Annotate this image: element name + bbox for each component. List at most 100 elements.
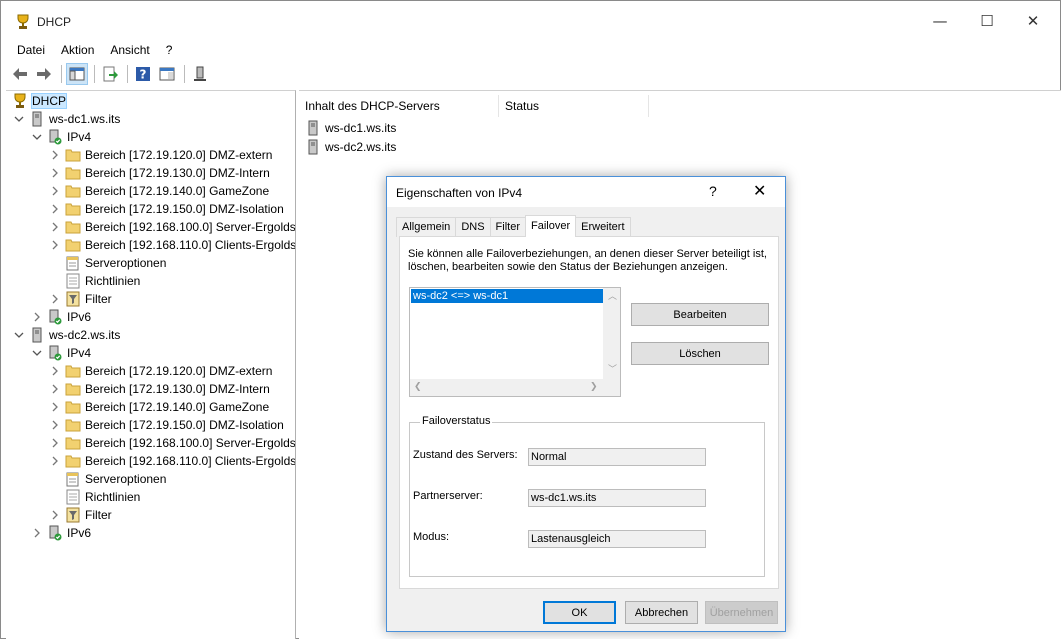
- show-tree-icon[interactable]: [66, 63, 88, 85]
- dhcp-icon: [12, 93, 28, 109]
- delete-button[interactable]: Löschen: [631, 342, 769, 365]
- chevron-right-icon[interactable]: [49, 149, 61, 161]
- edit-button[interactable]: Bearbeiten: [631, 303, 769, 326]
- tab-failover[interactable]: Failover: [525, 215, 577, 237]
- tree-node-serveroptionen[interactable]: Serveroptionen: [49, 254, 166, 272]
- chevron-right-icon[interactable]: [49, 185, 61, 197]
- svg-text:?: ?: [140, 68, 147, 82]
- tree-node-scope[interactable]: Bereich [172.19.140.0] GameZone: [49, 182, 269, 200]
- tree-node-label: IPv4: [67, 130, 92, 144]
- menu-aktion[interactable]: Aktion: [53, 41, 102, 59]
- chevron-right-icon[interactable]: [49, 239, 61, 251]
- ok-button[interactable]: OK: [543, 601, 616, 624]
- tree-node-filter[interactable]: Filter: [49, 290, 112, 308]
- folder-icon: [65, 201, 81, 217]
- tree-node-ipv6[interactable]: IPv6: [31, 524, 91, 542]
- menu-datei[interactable]: Datei: [9, 41, 53, 59]
- horizontal-scrollbar[interactable]: ❮ ❯: [410, 379, 603, 396]
- tree-node-ipv4[interactable]: IPv4: [31, 128, 91, 146]
- tree-node-scope[interactable]: Bereich [192.168.100.0] Server-Ergoldsb: [49, 218, 295, 236]
- tree-node-server[interactable]: ws-dc1.ws.its: [13, 110, 120, 128]
- tree-node-scope[interactable]: Bereich [172.19.150.0] DMZ-Isolation: [49, 200, 284, 218]
- mode-label: Modus:: [413, 531, 450, 543]
- list-item-label: ws-dc2.ws.its: [325, 140, 397, 154]
- help-icon[interactable]: ?: [132, 63, 154, 85]
- tree-node-scope[interactable]: Bereich [172.19.120.0] DMZ-extern: [49, 146, 272, 164]
- tab-allgemein[interactable]: Allgemein: [396, 217, 457, 237]
- chevron-right-icon[interactable]: [31, 311, 43, 323]
- scroll-right-icon[interactable]: ❯: [590, 382, 598, 392]
- chevron-right-icon[interactable]: [49, 365, 61, 377]
- scroll-left-icon[interactable]: ❮: [414, 382, 422, 392]
- tree-node-label: Bereich [192.168.110.0] Clients-Ergolds: [85, 454, 296, 468]
- apply-button[interactable]: Übernehmen: [705, 601, 778, 624]
- failover-relationship-list[interactable]: ws-dc2 <=> ws-dc1 ︿ ﹀ ❮ ❯: [409, 287, 621, 397]
- server-icon[interactable]: [189, 63, 211, 85]
- dialog-close-button[interactable]: ✕: [753, 181, 766, 200]
- column-header-status[interactable]: Status: [499, 95, 649, 117]
- back-icon[interactable]: [9, 63, 31, 85]
- chevron-right-icon[interactable]: [49, 293, 61, 305]
- chevron-right-icon[interactable]: [31, 527, 43, 539]
- tab-filter[interactable]: Filter: [489, 217, 526, 237]
- server-icon: [307, 120, 321, 136]
- maximize-button[interactable]: ☐: [964, 6, 1010, 36]
- tree-node-scope[interactable]: Bereich [172.19.130.0] DMZ-Intern: [49, 164, 270, 182]
- scroll-up-icon[interactable]: ︿: [608, 289, 617, 302]
- tab-dns[interactable]: DNS: [455, 217, 491, 237]
- chevron-down-icon[interactable]: [31, 347, 43, 359]
- tree-node-filter[interactable]: Filter: [49, 506, 112, 524]
- chevron-right-icon[interactable]: [49, 203, 61, 215]
- ipv4-icon: [47, 345, 63, 361]
- chevron-right-icon[interactable]: [49, 221, 61, 233]
- chevron-down-icon[interactable]: [13, 113, 25, 125]
- details-icon[interactable]: [156, 63, 178, 85]
- tree-node-label: Bereich [172.19.150.0] DMZ-Isolation: [85, 418, 284, 432]
- dialog-help-button[interactable]: ?: [709, 183, 717, 199]
- menu-help[interactable]: ?: [158, 41, 181, 59]
- tree-node-ipv6[interactable]: IPv6: [31, 308, 91, 326]
- chevron-placeholder: [49, 257, 61, 269]
- tree-node-richtlinien[interactable]: Richtlinien: [49, 488, 140, 506]
- tree-node-scope[interactable]: Bereich [172.19.130.0] DMZ-Intern: [49, 380, 270, 398]
- tree-node-scope[interactable]: Bereich [172.19.120.0] DMZ-extern: [49, 362, 272, 380]
- tree-node-scope[interactable]: Bereich [192.168.110.0] Clients-Ergolds: [49, 236, 296, 254]
- tree-node-richtlinien[interactable]: Richtlinien: [49, 272, 140, 290]
- forward-icon[interactable]: [33, 63, 55, 85]
- list-item[interactable]: ws-dc2 <=> ws-dc1: [411, 289, 603, 303]
- vertical-scrollbar[interactable]: ︿ ﹀: [603, 288, 620, 380]
- export-list-icon[interactable]: [99, 63, 121, 85]
- tree-node-scope[interactable]: Bereich [172.19.140.0] GameZone: [49, 398, 269, 416]
- chevron-down-icon[interactable]: [13, 329, 25, 341]
- tree-node-serveroptionen[interactable]: Serveroptionen: [49, 470, 166, 488]
- toolbar-separator: [127, 65, 128, 83]
- tree-node-scope[interactable]: Bereich [172.19.150.0] DMZ-Isolation: [49, 416, 284, 434]
- tree-node-ipv4[interactable]: IPv4: [31, 344, 91, 362]
- tab-erweitert[interactable]: Erweitert: [575, 217, 631, 237]
- close-button[interactable]: ✕: [1010, 6, 1056, 36]
- chevron-right-icon[interactable]: [49, 455, 61, 467]
- tree-node-server[interactable]: ws-dc2.ws.its: [13, 326, 120, 344]
- chevron-right-icon[interactable]: [49, 383, 61, 395]
- folder-icon: [65, 435, 81, 451]
- tree-node-label: Bereich [192.168.110.0] Clients-Ergolds: [85, 238, 296, 252]
- list-item[interactable]: ws-dc2.ws.its: [307, 138, 396, 156]
- chevron-down-icon[interactable]: [31, 131, 43, 143]
- tree-node-scope[interactable]: Bereich [192.168.100.0] Server-Ergoldsb: [49, 434, 295, 452]
- chevron-right-icon[interactable]: [49, 419, 61, 431]
- tree-node-dhcp-root[interactable]: DHCP: [6, 92, 68, 110]
- minimize-button[interactable]: —: [917, 6, 963, 36]
- column-header-content[interactable]: Inhalt des DHCP-Servers: [299, 95, 499, 117]
- scroll-down-icon[interactable]: ﹀: [608, 362, 617, 375]
- tree-node-scope[interactable]: Bereich [192.168.110.0] Clients-Ergolds: [49, 452, 296, 470]
- mode-field: Lastenausgleich: [528, 530, 706, 548]
- chevron-right-icon[interactable]: [49, 401, 61, 413]
- chevron-right-icon[interactable]: [49, 509, 61, 521]
- cancel-button[interactable]: Abbrechen: [625, 601, 698, 624]
- dhcp-app-icon: [15, 14, 31, 30]
- chevron-right-icon[interactable]: [49, 167, 61, 179]
- list-item[interactable]: ws-dc1.ws.its: [307, 119, 396, 137]
- tree-node-label: Bereich [172.19.130.0] DMZ-Intern: [85, 166, 270, 180]
- menu-ansicht[interactable]: Ansicht: [102, 41, 157, 59]
- chevron-right-icon[interactable]: [49, 437, 61, 449]
